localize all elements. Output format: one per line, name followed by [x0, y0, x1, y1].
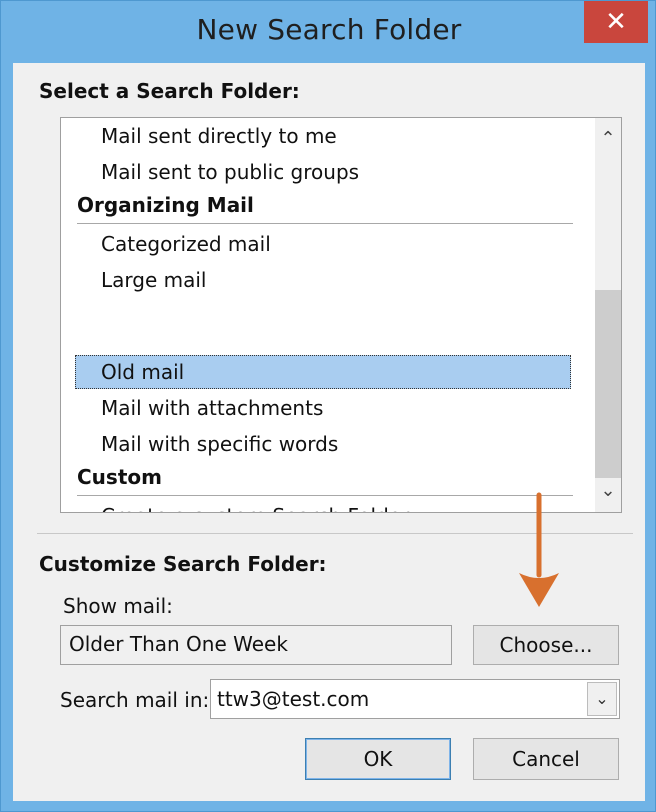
dialog-window: New Search Folder ✕ Select a Search Fold…	[0, 0, 656, 812]
title-bar[interactable]: New Search Folder ✕	[1, 1, 656, 63]
close-button[interactable]: ✕	[584, 1, 648, 43]
annotation-arrow-icon	[519, 492, 559, 607]
dialog-title: New Search Folder	[196, 13, 462, 46]
dialog-body: Select a Search Folder: Mail sent direct…	[13, 63, 645, 801]
close-icon: ✕	[605, 7, 627, 37]
